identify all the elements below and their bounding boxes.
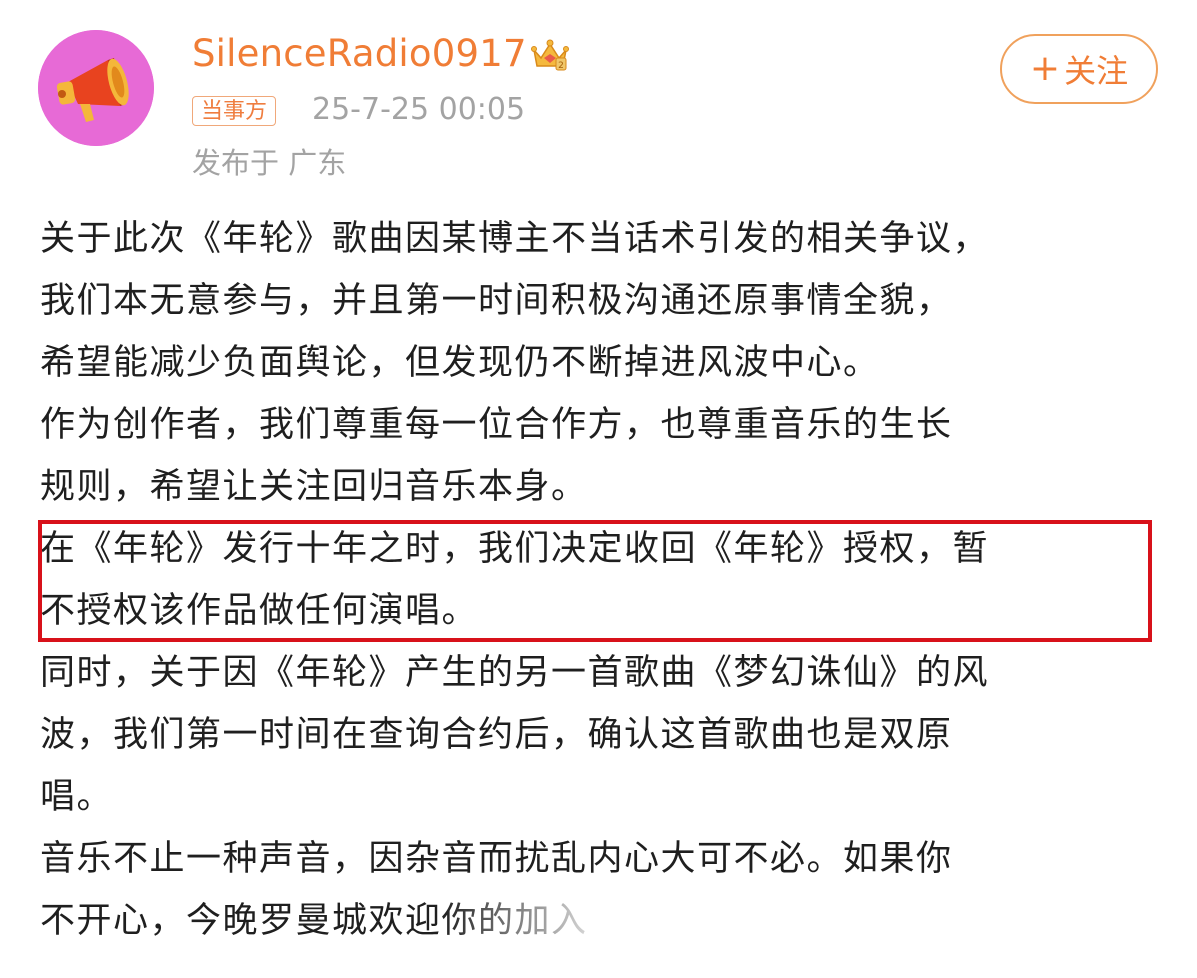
username[interactable]: SilenceRadio0917 <box>192 32 527 75</box>
post-header: SilenceRadio0917 2 当事方 25-7-25 00:05 发布于… <box>0 0 1197 200</box>
body-line: 音乐不止一种声音，因杂音而扰乱内心大可不必。如果你 <box>40 839 953 879</box>
crown-vip-icon[interactable]: 2 <box>530 36 570 72</box>
megaphone-icon <box>38 30 154 146</box>
body-line: 我们本无意参与，并且第一时间积极沟通还原事情全貌， <box>40 281 953 321</box>
body-line: 不开心，今晚罗曼城欢迎你的加入 <box>40 901 588 941</box>
body-line: 同时，关于因《年轮》产生的另一首歌曲《梦幻诛仙》的风 <box>40 653 990 693</box>
body-line: 关于此次《年轮》歌曲因某博主不当话术引发的相关争议， <box>40 219 990 259</box>
body-line: 规则，希望让关注回归音乐本身。 <box>40 467 588 507</box>
follow-button[interactable]: + 关注 <box>1000 34 1158 104</box>
body-line: 作为创作者，我们尊重每一位合作方，也尊重音乐的生长 <box>40 405 953 445</box>
avatar[interactable] <box>38 30 154 146</box>
role-tag: 当事方 <box>192 96 277 126</box>
plus-icon: + <box>1029 48 1061 89</box>
body-line: 波，我们第一时间在查询合约后，确认这首歌曲也是双原 <box>40 715 953 755</box>
post-body: 关于此次《年轮》歌曲因某博主不当话术引发的相关争议， 我们本无意参与，并且第一时… <box>40 208 1150 952</box>
body-line: 不授权该作品做任何演唱。 <box>40 591 479 631</box>
body-line: 唱。 <box>40 777 114 817</box>
body-line: 希望能减少负面舆论，但发现仍不断掉进风波中心。 <box>40 343 880 383</box>
post-timestamp: 25-7-25 00:05 <box>312 92 526 127</box>
follow-button-label: 关注 <box>1064 52 1129 90</box>
body-line: 在《年轮》发行十年之时，我们决定收回《年轮》授权，暂 <box>40 529 990 569</box>
post-location: 发布于 广东 <box>192 146 347 180</box>
svg-text:2: 2 <box>558 61 564 71</box>
